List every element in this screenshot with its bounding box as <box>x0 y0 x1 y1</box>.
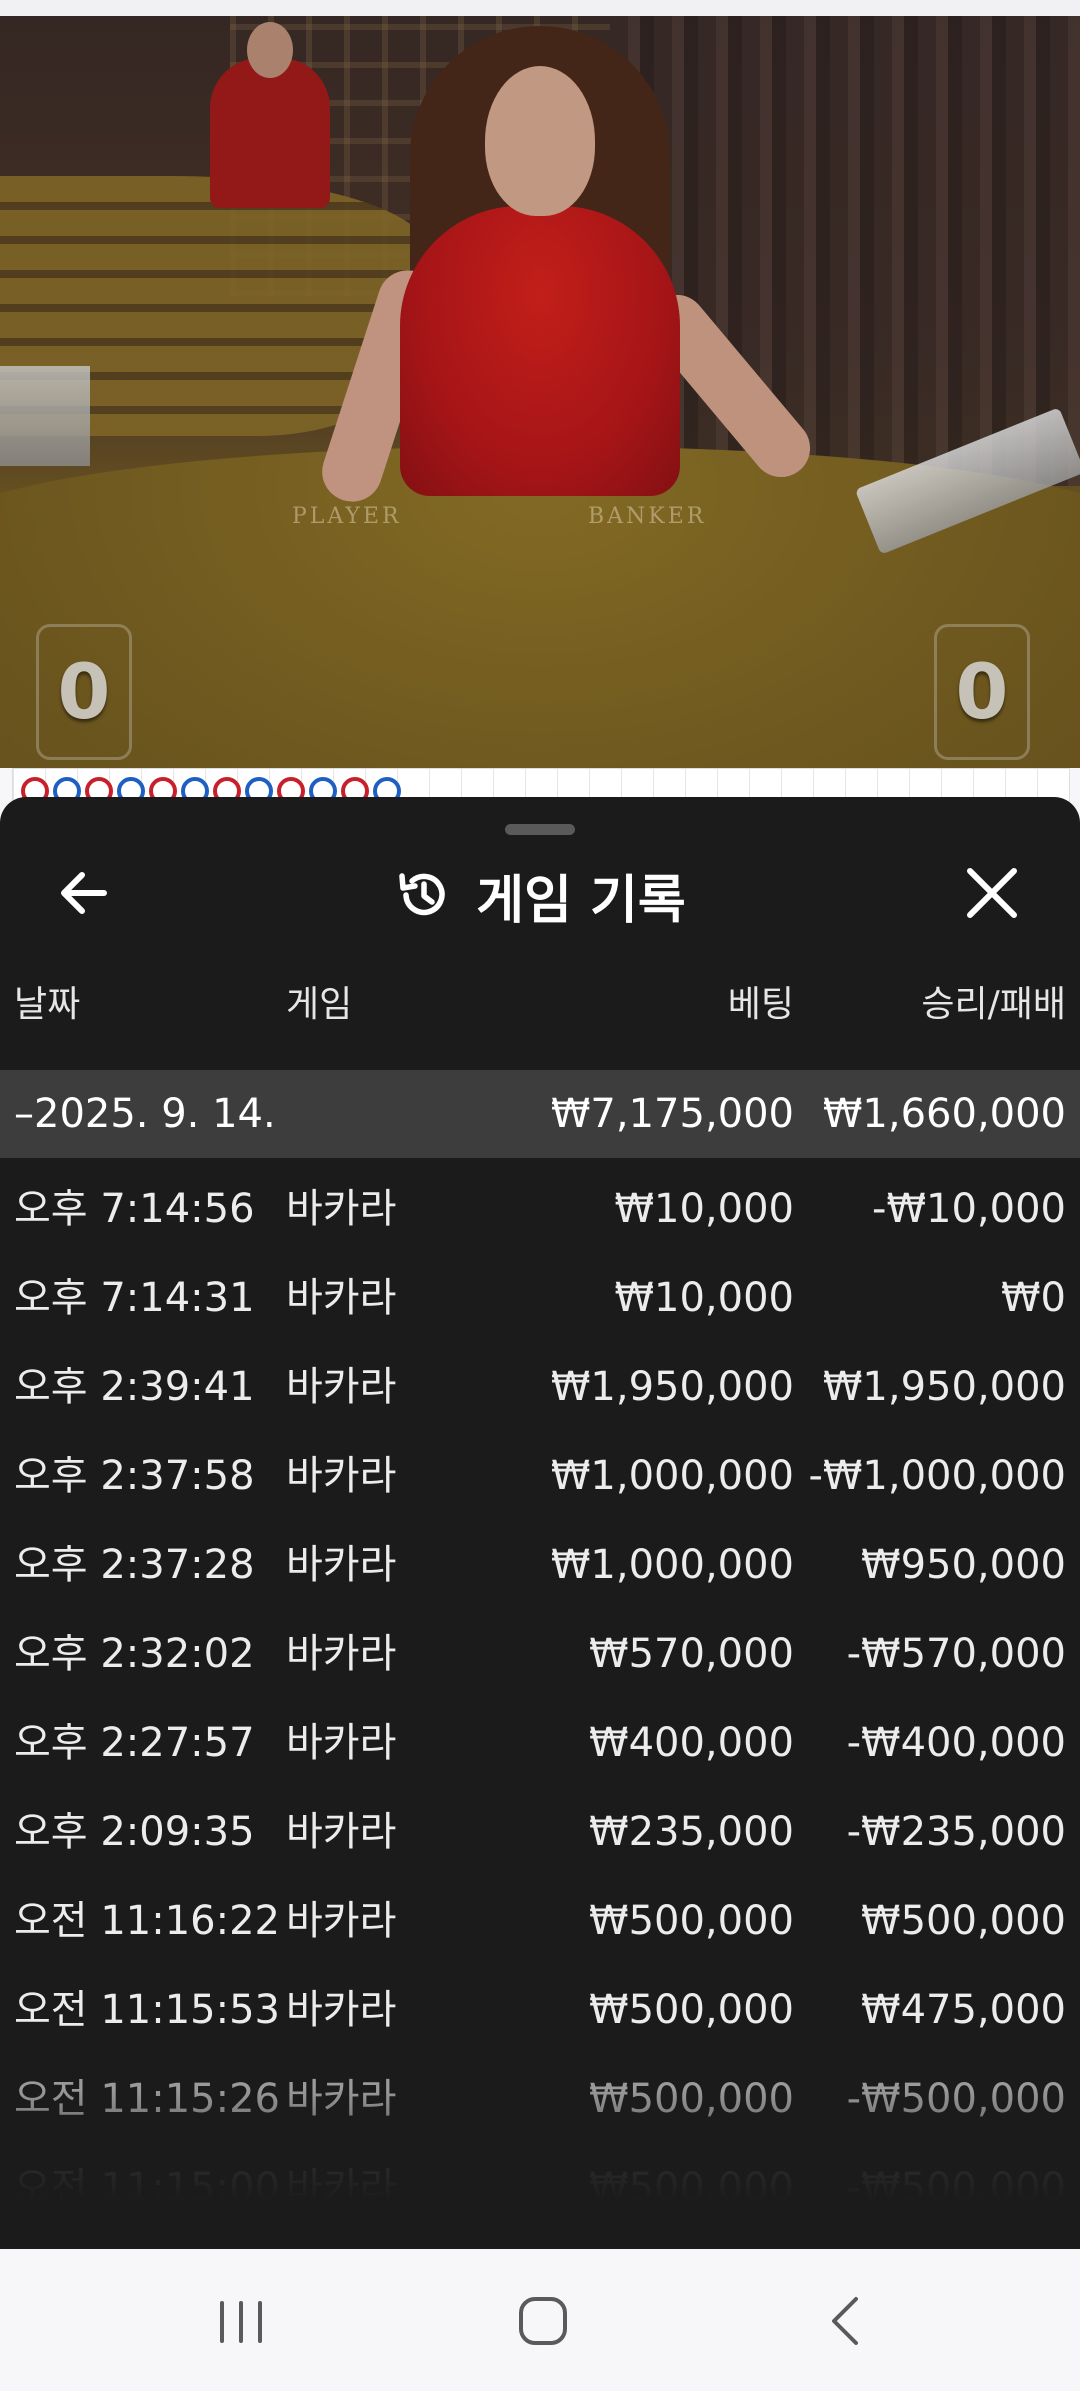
history-row[interactable]: 오후 2:27:57 바카라 ₩400,000 -₩400,000 <box>0 1699 1080 1788</box>
row-bet: ₩400,000 <box>589 1720 794 1766</box>
row-game: 바카라 <box>286 1720 397 1766</box>
row-game: 바카라 <box>286 1364 397 1410</box>
row-bet: ₩10,000 <box>614 1186 794 1232</box>
column-date: 날짜 <box>14 984 81 1025</box>
close-button[interactable] <box>956 857 1028 929</box>
history-row[interactable]: 오후 2:09:35 바카라 ₩235,000 -₩235,000 <box>0 1788 1080 1877</box>
row-time: 오전 11:16:22 <box>14 1898 280 1944</box>
history-row[interactable]: 오전 11:16:22 바카라 ₩500,000 ₩500,000 <box>0 1877 1080 1966</box>
row-game: 바카라 <box>286 1987 397 2033</box>
column-bet: 베팅 <box>727 984 794 1025</box>
history-icon <box>399 873 445 916</box>
row-win-loss: -₩570,000 <box>846 1631 1066 1677</box>
row-time: 오후 7:14:31 <box>14 1275 255 1321</box>
history-row[interactable]: 오후 7:14:56 바카라 ₩10,000 -₩10,000 <box>0 1165 1080 1254</box>
summary-bet-total: ₩7,175,000 <box>550 1091 794 1137</box>
row-bet: ₩500,000 <box>589 1987 794 2033</box>
row-win-loss: -₩235,000 <box>846 1809 1066 1855</box>
game-history-sheet: 게임 기록 날짜 게임 베팅 승리/패배 –2025. 9. 14. ₩7,17… <box>0 797 1080 2249</box>
history-row[interactable]: 오전 11:15:53 바카라 ₩500,000 ₩475,000 <box>0 1966 1080 2055</box>
column-header-row: 날짜 게임 베팅 승리/패배 <box>0 975 1080 1025</box>
home-icon <box>519 2297 567 2345</box>
sheet-title: 게임 기록 <box>476 870 686 931</box>
summary-win-total: ₩1,660,000 <box>822 1091 1066 1137</box>
recent-apps-icon <box>220 2301 262 2343</box>
row-win-loss: -₩1,000,000 <box>808 1453 1066 1499</box>
row-win-loss: -₩400,000 <box>846 1720 1066 1766</box>
row-game: 바카라 <box>286 1898 397 1944</box>
home-button[interactable] <box>488 2277 598 2367</box>
recent-apps-button[interactable] <box>186 2277 296 2367</box>
row-bet: ₩1,000,000 <box>550 1542 794 1588</box>
row-game: 바카라 <box>286 1275 397 1321</box>
column-game: 게임 <box>286 984 353 1025</box>
nav-back-button[interactable] <box>792 2277 902 2367</box>
row-win-loss: ₩475,000 <box>861 1987 1066 2033</box>
row-bet: ₩1,000,000 <box>550 1453 794 1499</box>
history-row[interactable]: 오후 2:32:02 바카라 ₩570,000 -₩570,000 <box>0 1610 1080 1699</box>
row-win-loss: ₩950,000 <box>861 1542 1066 1588</box>
row-time: 오후 2:27:57 <box>14 1720 255 1766</box>
row-win-loss: ₩1,950,000 <box>822 1364 1066 1410</box>
row-bet: ₩500,000 <box>589 1898 794 1944</box>
row-bet: ₩235,000 <box>589 1809 794 1855</box>
sheet-header: 게임 기록 <box>0 855 1080 935</box>
row-game: 바카라 <box>286 1631 397 1677</box>
history-row[interactable]: 오후 7:14:31 바카라 ₩10,000 ₩0 <box>0 1254 1080 1343</box>
row-time: 오후 2:32:02 <box>14 1631 255 1677</box>
summary-date: –2025. 9. 14. <box>14 1091 276 1137</box>
row-time: 오후 2:39:41 <box>14 1364 255 1410</box>
date-group-summary[interactable]: –2025. 9. 14. ₩7,175,000 ₩1,660,000 <box>0 1070 1080 1158</box>
row-time: 오전 11:15:53 <box>14 1987 280 2033</box>
status-strip <box>0 0 1080 16</box>
live-video-stream[interactable]: PLAYER BANKER 0 0 <box>0 16 1080 768</box>
system-nav-bar <box>0 2249 1080 2391</box>
history-row[interactable]: 오후 2:37:28 바카라 ₩1,000,000 ₩950,000 <box>0 1521 1080 1610</box>
list-fade <box>0 2089 1080 2249</box>
drag-handle[interactable] <box>505 824 575 835</box>
row-game: 바카라 <box>286 1542 397 1588</box>
video-dim-overlay <box>0 16 1080 768</box>
row-bet: ₩1,950,000 <box>550 1364 794 1410</box>
row-bet: ₩10,000 <box>614 1275 794 1321</box>
row-game: 바카라 <box>286 1186 397 1232</box>
close-icon <box>967 868 1017 918</box>
row-game: 바카라 <box>286 1809 397 1855</box>
row-bet: ₩570,000 <box>589 1631 794 1677</box>
row-time: 오후 7:14:56 <box>14 1186 255 1232</box>
row-win-loss: ₩0 <box>1001 1275 1066 1321</box>
row-time: 오후 2:37:28 <box>14 1542 255 1588</box>
row-win-loss: ₩500,000 <box>861 1898 1066 1944</box>
row-time: 오후 2:09:35 <box>14 1809 255 1855</box>
row-win-loss: -₩10,000 <box>872 1186 1066 1232</box>
row-time: 오후 2:37:58 <box>14 1453 255 1499</box>
history-row[interactable]: 오후 2:37:58 바카라 ₩1,000,000 -₩1,000,000 <box>0 1432 1080 1521</box>
history-row[interactable]: 오후 2:39:41 바카라 ₩1,950,000 ₩1,950,000 <box>0 1343 1080 1432</box>
back-icon <box>832 2297 858 2345</box>
row-game: 바카라 <box>286 1453 397 1499</box>
history-list: 오후 7:14:56 바카라 ₩10,000 -₩10,000 오후 7:14:31 바카… <box>0 1165 1080 2233</box>
column-win-loss: 승리/패배 <box>921 984 1066 1025</box>
